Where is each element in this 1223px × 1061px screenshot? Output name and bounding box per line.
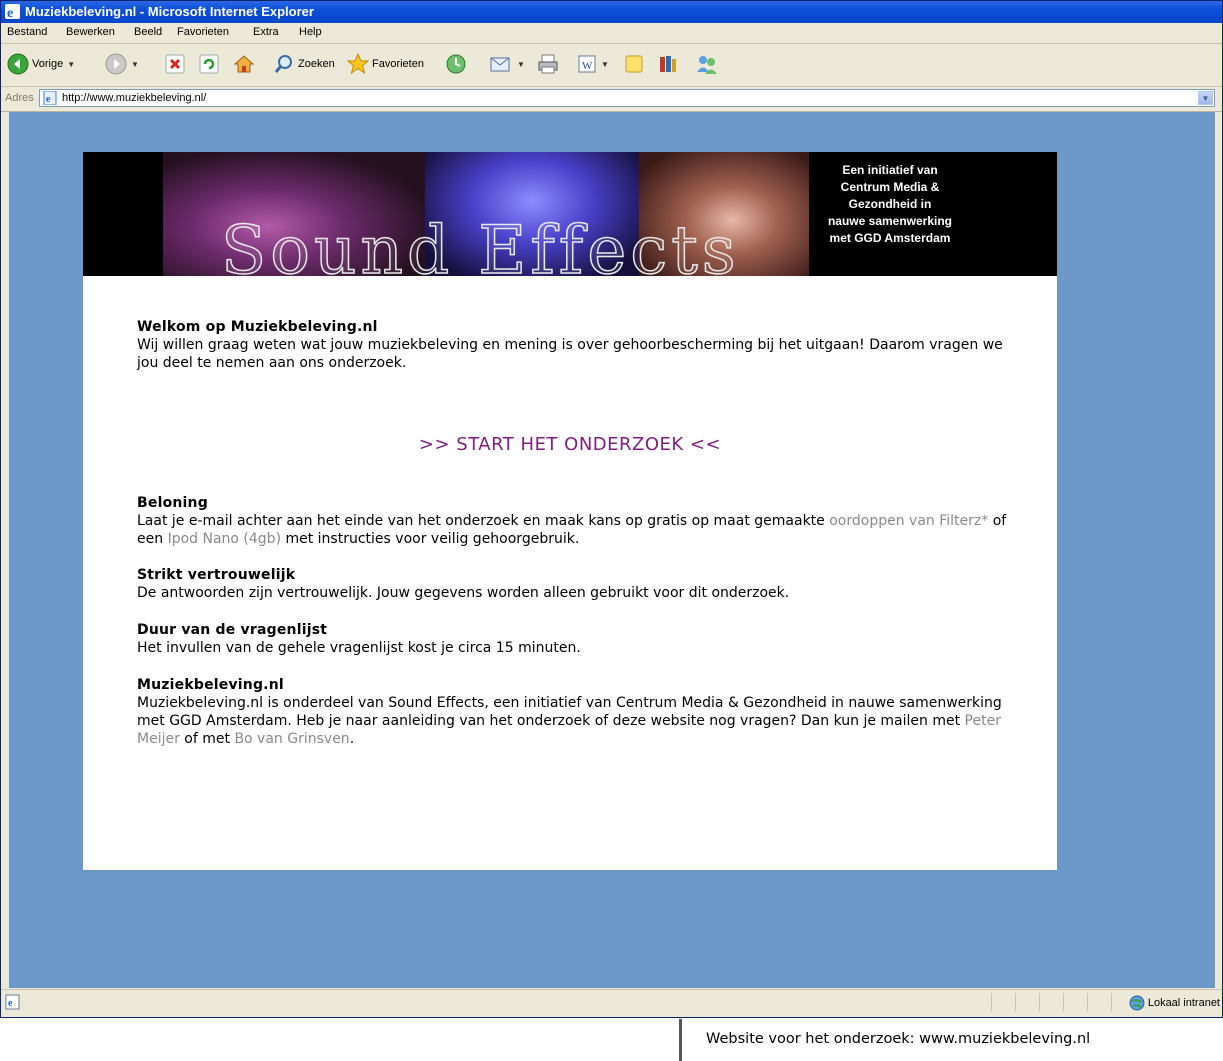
welcome-text: Wij willen graag weten wat jouw muziekbe… <box>137 337 1003 371</box>
globe-icon <box>1129 995 1145 1011</box>
about-heading: Muziekbeleving.nl <box>137 677 284 693</box>
page-viewport[interactable]: Sound Effects Een initiatief van Centrum… <box>9 112 1215 988</box>
title-bar: e Muziekbeleving.nl - Microsoft Internet… <box>1 1 1222 23</box>
viewport-border-right <box>1215 112 1222 988</box>
address-dropdown-icon[interactable]: ▼ <box>1198 91 1213 105</box>
about-section: Muziekbeleving.nl Muziekbeleving.nl is o… <box>137 676 1007 748</box>
menu-bar: Bestand Bewerken Beeld Favorieten Extra … <box>1 23 1222 44</box>
research-button[interactable] <box>657 50 679 78</box>
page-icon: e <box>43 91 57 105</box>
home-button[interactable] <box>233 50 255 78</box>
menu-help[interactable]: Help <box>299 26 322 38</box>
initiative-text: Een initiatief van Centrum Media & Gezon… <box>827 163 953 245</box>
history-icon <box>446 54 466 74</box>
about-text: Muziekbeleving.nl is onderdeel van Sound… <box>137 695 1002 747</box>
privacy-text: De antwoorden zijn vertrouwelijk. Jouw g… <box>137 585 790 601</box>
favorites-button[interactable]: Favorieten <box>347 50 424 78</box>
browser-window: e Muziekbeleving.nl - Microsoft Internet… <box>0 0 1223 1018</box>
address-url: http://www.muziekbeleving.nl/ <box>62 92 207 104</box>
discuss-button[interactable] <box>623 50 645 78</box>
forward-arrow-icon <box>105 53 127 75</box>
status-bar: e Lokaal intranet <box>1 989 1222 1016</box>
sound-effects-logo: Sound Effects <box>220 212 740 276</box>
duration-text: Het invullen van de gehele vragenlijst k… <box>137 640 581 656</box>
svg-text:W: W <box>582 60 593 72</box>
history-button[interactable] <box>445 50 467 78</box>
status-segment <box>1039 993 1064 1011</box>
window-title: Muziekbeleving.nl - Microsoft Internet E… <box>25 4 314 19</box>
duration-heading: Duur van de vragenlijst <box>137 622 328 638</box>
address-input[interactable]: e http://www.muziekbeleving.nl/ ▼ <box>39 89 1215 107</box>
back-dropdown-icon[interactable]: ▼ <box>67 60 75 69</box>
address-bar: Adres e http://www.muziekbeleving.nl/ ▼ <box>1 87 1222 112</box>
sound-effects-banner: Sound Effects Een initiatief van Centrum… <box>83 152 1057 276</box>
svg-text:e: e <box>8 998 13 1009</box>
reward-section: Beloning Laat je e-mail achter aan het e… <box>137 494 1007 548</box>
bo-van-grinsven-link[interactable]: Bo van Grinsven <box>234 731 349 747</box>
svg-text:e: e <box>46 94 51 105</box>
messenger-button[interactable] <box>695 50 719 78</box>
page-content: Sound Effects Een initiatief van Centrum… <box>83 152 1057 870</box>
edit-button[interactable]: W ▼ <box>577 50 609 78</box>
filterz-link[interactable]: oordoppen van Filterz* <box>829 513 988 529</box>
menu-favorieten[interactable]: Favorieten <box>177 26 229 38</box>
reward-heading: Beloning <box>137 495 208 511</box>
status-page-icon: e <box>5 994 20 1010</box>
mail-dropdown-icon[interactable]: ▼ <box>517 60 525 69</box>
star-icon <box>347 53 369 75</box>
search-icon <box>274 55 292 73</box>
address-label: Adres <box>5 92 34 104</box>
reward-text: Laat je e-mail achter aan het einde van … <box>137 513 1007 547</box>
status-segment <box>1015 993 1040 1011</box>
books-icon <box>660 56 676 72</box>
menu-bewerken[interactable]: Bewerken <box>66 26 115 38</box>
viewport-border-left <box>1 112 9 988</box>
mail-icon <box>490 57 510 72</box>
favorites-label: Favorieten <box>372 58 424 70</box>
privacy-section: Strikt vertrouwelijk De antwoorden zijn … <box>137 566 1007 602</box>
menu-beeld[interactable]: Beeld <box>134 26 162 38</box>
forward-dropdown-icon[interactable]: ▼ <box>131 60 139 69</box>
status-segment <box>1087 993 1112 1011</box>
refresh-button[interactable] <box>199 50 219 78</box>
ipod-link[interactable]: Ipod Nano (4gb) <box>168 531 281 547</box>
print-button[interactable] <box>537 50 559 78</box>
menu-bestand[interactable]: Bestand <box>7 26 47 38</box>
ie-logo-icon: e <box>5 4 20 19</box>
home-icon <box>233 55 255 73</box>
printer-icon <box>538 54 558 74</box>
messenger-icon <box>697 56 717 74</box>
zone-label: Lokaal intranet <box>1147 997 1220 1009</box>
status-segment <box>991 993 1016 1011</box>
refresh-icon <box>199 54 219 74</box>
search-button[interactable]: Zoeken <box>273 50 335 78</box>
edit-dropdown-icon[interactable]: ▼ <box>601 60 609 69</box>
menu-extra[interactable]: Extra <box>253 26 279 38</box>
svg-text:e: e <box>7 6 13 19</box>
privacy-heading: Strikt vertrouwelijk <box>137 567 296 583</box>
forward-button[interactable]: ▼ <box>105 50 139 78</box>
mail-button[interactable]: ▼ <box>489 50 525 78</box>
start-survey-link[interactable]: >> START HET ONDERZOEK << <box>83 434 1057 455</box>
duration-section: Duur van de vragenlijst Het invullen van… <box>137 621 1007 657</box>
status-segment <box>1063 993 1088 1011</box>
note-icon <box>625 55 643 73</box>
back-arrow-icon <box>7 53 29 75</box>
search-label: Zoeken <box>298 58 335 70</box>
figure-caption: Website voor het onderzoek: www.muziekbe… <box>679 1019 1223 1061</box>
security-zone[interactable]: Lokaal intranet <box>1129 995 1220 1011</box>
back-label: Vorige <box>32 58 64 70</box>
back-button[interactable]: Vorige ▼ <box>7 50 75 78</box>
status-segment <box>1111 993 1113 1011</box>
stop-button[interactable] <box>165 50 185 78</box>
welcome-section: Welkom op Muziekbeleving.nl Wij willen g… <box>137 318 1007 372</box>
toolbar: Vorige ▼ ▼ Zoeken Favorieten ▼ W ▼ <box>1 44 1222 87</box>
word-document-icon: W <box>578 55 596 73</box>
stop-icon <box>165 54 185 74</box>
welcome-heading: Welkom op Muziekbeleving.nl <box>137 319 378 335</box>
